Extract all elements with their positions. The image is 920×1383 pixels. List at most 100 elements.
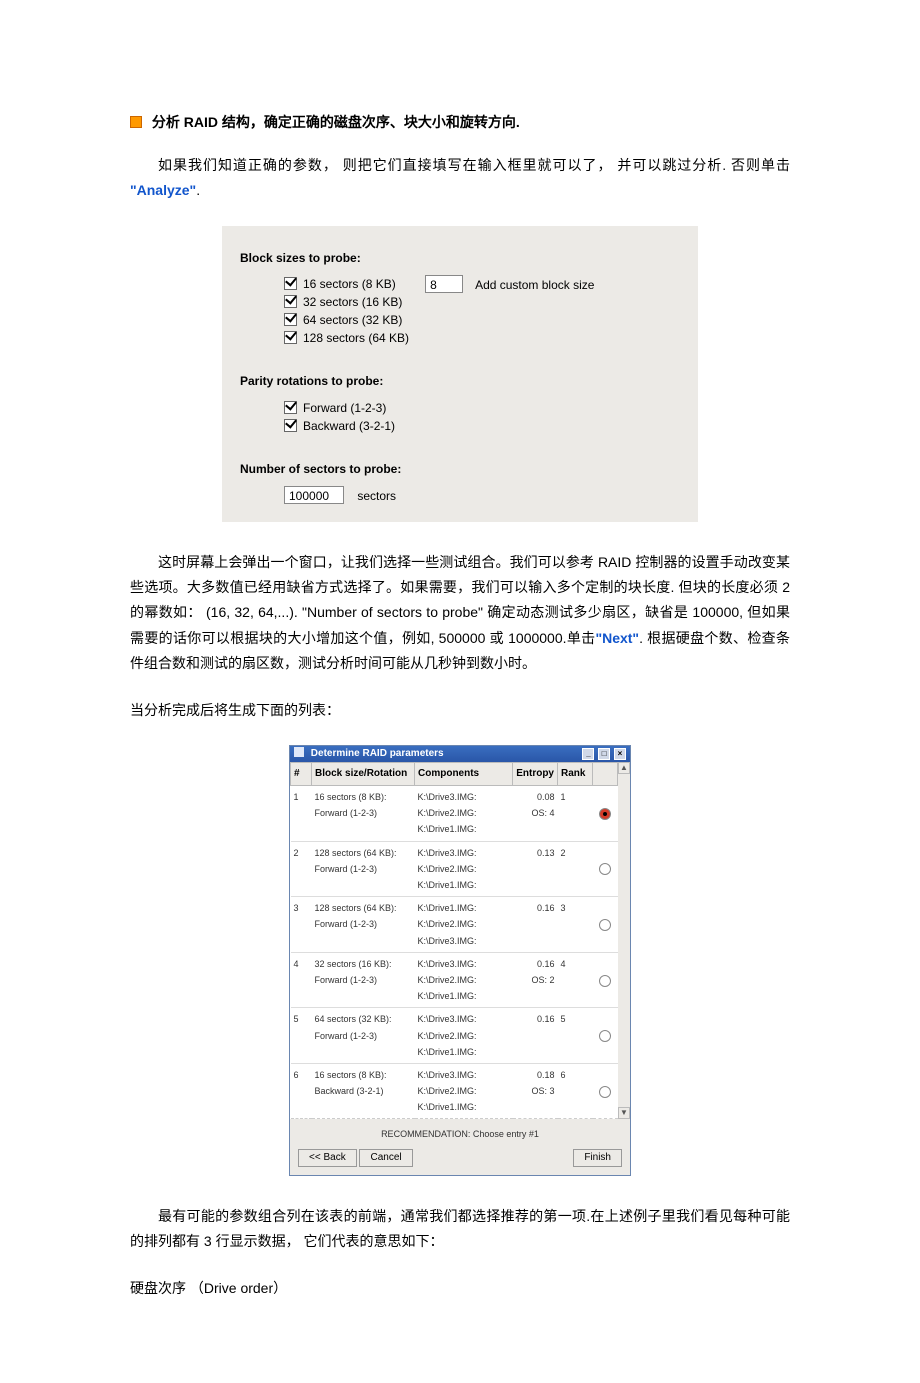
close-icon[interactable]: × — [614, 748, 626, 760]
probe-options-panel: Block sizes to probe: 16 sectors (8 KB) … — [222, 226, 698, 522]
table-row[interactable]: 2128 sectors (64 KB):Forward (1-2-3)K:\D… — [291, 841, 618, 897]
row-entropy: 0.18OS: 3 — [513, 1063, 558, 1119]
raid-results-window: Determine RAID parameters _ □ × # Block … — [289, 745, 631, 1176]
row-block-rotation: 128 sectors (64 KB):Forward (1-2-3) — [312, 841, 415, 897]
table-row[interactable]: 3128 sectors (64 KB):Forward (1-2-3)K:\D… — [291, 897, 618, 953]
row-block-rotation: 16 sectors (8 KB):Backward (3-2-1) — [312, 1063, 415, 1119]
back-button[interactable]: << Back — [298, 1149, 357, 1167]
parity-rotation-option[interactable]: Forward (1-2-3) — [284, 399, 680, 417]
row-rank: 5 — [558, 1008, 593, 1064]
block-size-option[interactable]: 16 sectors (8 KB) — [284, 275, 409, 293]
results-table: # Block size/Rotation Components Entropy… — [290, 762, 618, 1119]
row-select-cell[interactable] — [593, 1063, 618, 1119]
number-sectors-title: Number of sectors to probe: — [240, 459, 680, 481]
block-size-options: 16 sectors (8 KB) 32 sectors (16 KB) 64 … — [284, 275, 409, 347]
row-block-rotation: 64 sectors (32 KB):Forward (1-2-3) — [312, 1008, 415, 1064]
paragraph-probe-explain: 这时屏幕上会弹出一个窗口，让我们选择一些测试组合。我们可以参考 RAID 控制器… — [130, 550, 790, 676]
checkbox-icon[interactable] — [284, 401, 297, 414]
row-number: 2 — [291, 841, 312, 897]
sectors-suffix: sectors — [357, 489, 396, 503]
checkbox-icon[interactable] — [284, 295, 297, 308]
scroll-down-icon[interactable]: ▼ — [618, 1107, 630, 1119]
row-components: K:\Drive3.IMG:K:\Drive2.IMG:K:\Drive1.IM… — [415, 786, 513, 842]
section-heading: 分析 RAID 结构，确定正确的磁盘次序、块大小和旋转方向. — [130, 110, 790, 135]
row-select-cell[interactable] — [593, 897, 618, 953]
minimize-icon[interactable]: _ — [582, 748, 594, 760]
row-number: 6 — [291, 1063, 312, 1119]
row-entropy: 0.13 — [513, 841, 558, 897]
row-block-rotation: 32 sectors (16 KB):Forward (1-2-3) — [312, 952, 415, 1008]
row-rank: 2 — [558, 841, 593, 897]
row-select-radio[interactable] — [599, 863, 611, 875]
row-select-cell[interactable] — [593, 841, 618, 897]
row-rank: 6 — [558, 1063, 593, 1119]
row-select-radio[interactable] — [599, 1086, 611, 1098]
recommendation-text: RECOMMENDATION: Choose entry #1 — [298, 1123, 622, 1148]
row-select-radio[interactable] — [599, 975, 611, 987]
row-entropy: 0.16 — [513, 897, 558, 953]
col-number[interactable]: # — [291, 763, 312, 786]
row-components: K:\Drive3.IMG:K:\Drive2.IMG:K:\Drive1.IM… — [415, 1063, 513, 1119]
col-components[interactable]: Components — [415, 763, 513, 786]
row-entropy: 0.16 — [513, 1008, 558, 1064]
col-block[interactable]: Block size/Rotation — [312, 763, 415, 786]
row-number: 3 — [291, 897, 312, 953]
block-sizes-title: Block sizes to probe: — [240, 248, 680, 270]
row-rank: 1 — [558, 786, 593, 842]
window-titlebar: Determine RAID parameters _ □ × — [290, 746, 630, 762]
row-block-rotation: 16 sectors (8 KB):Forward (1-2-3) — [312, 786, 415, 842]
row-components: K:\Drive1.IMG:K:\Drive2.IMG:K:\Drive3.IM… — [415, 897, 513, 953]
paragraph-list-intro: 当分析完成后将生成下面的列表： — [130, 698, 790, 723]
block-size-option[interactable]: 64 sectors (32 KB) — [284, 311, 409, 329]
block-size-option[interactable]: 128 sectors (64 KB) — [284, 329, 409, 347]
row-entropy: 0.16OS: 2 — [513, 952, 558, 1008]
row-select-radio[interactable] — [599, 808, 611, 820]
row-components: K:\Drive3.IMG:K:\Drive2.IMG:K:\Drive1.IM… — [415, 1008, 513, 1064]
row-components: K:\Drive3.IMG:K:\Drive2.IMG:K:\Drive1.IM… — [415, 841, 513, 897]
parity-rotation-option[interactable]: Backward (3-2-1) — [284, 417, 680, 435]
row-select-radio[interactable] — [599, 919, 611, 931]
row-select-radio[interactable] — [599, 1030, 611, 1042]
cancel-button[interactable]: Cancel — [359, 1149, 412, 1167]
col-entropy[interactable]: Entropy — [513, 763, 558, 786]
checkbox-icon[interactable] — [284, 419, 297, 432]
row-number: 1 — [291, 786, 312, 842]
app-icon — [294, 747, 304, 757]
table-row[interactable]: 564 sectors (32 KB):Forward (1-2-3)K:\Dr… — [291, 1008, 618, 1064]
table-row[interactable]: 432 sectors (16 KB):Forward (1-2-3)K:\Dr… — [291, 952, 618, 1008]
scroll-up-icon[interactable]: ▲ — [618, 762, 630, 774]
row-block-rotation: 128 sectors (64 KB):Forward (1-2-3) — [312, 897, 415, 953]
paragraph-drive-order: 硬盘次序 （Drive order） — [130, 1276, 790, 1301]
row-number: 4 — [291, 952, 312, 1008]
checkbox-icon[interactable] — [284, 313, 297, 326]
block-size-option[interactable]: 32 sectors (16 KB) — [284, 293, 409, 311]
row-rank: 3 — [558, 897, 593, 953]
col-select — [593, 763, 618, 786]
paragraph-results-explain: 最有可能的参数组合列在该表的前端，通常我们都选择推荐的第一项.在上述例子里我们看… — [130, 1204, 790, 1254]
paragraph-analyze-intro: 如果我们知道正确的参数， 则把它们直接填写在输入框里就可以了， 并可以跳过分析.… — [130, 153, 790, 203]
scrollbar[interactable]: ▲ ▼ — [618, 762, 630, 1119]
checkbox-icon[interactable] — [284, 277, 297, 290]
next-link[interactable]: "Next" — [595, 630, 639, 646]
row-number: 5 — [291, 1008, 312, 1064]
checkbox-icon[interactable] — [284, 331, 297, 344]
custom-block-size-label: Add custom block size — [475, 275, 594, 297]
row-select-cell[interactable] — [593, 1008, 618, 1064]
col-rank[interactable]: Rank — [558, 763, 593, 786]
row-entropy: 0.08OS: 4 — [513, 786, 558, 842]
row-components: K:\Drive3.IMG:K:\Drive2.IMG:K:\Drive1.IM… — [415, 952, 513, 1008]
analyze-link[interactable]: "Analyze" — [130, 182, 196, 198]
parity-rotations-title: Parity rotations to probe: — [240, 371, 680, 393]
table-row[interactable]: 116 sectors (8 KB):Forward (1-2-3)K:\Dri… — [291, 786, 618, 842]
finish-button[interactable]: Finish — [573, 1149, 622, 1167]
row-select-cell[interactable] — [593, 786, 618, 842]
table-row[interactable]: 616 sectors (8 KB):Backward (3-2-1)K:\Dr… — [291, 1063, 618, 1119]
heading-text: 分析 RAID 结构，确定正确的磁盘次序、块大小和旋转方向. — [152, 114, 520, 130]
window-title: Determine RAID parameters — [311, 748, 444, 759]
sectors-input[interactable]: 100000 — [284, 486, 344, 504]
maximize-icon[interactable]: □ — [598, 748, 610, 760]
bullet-icon — [130, 116, 142, 128]
row-rank: 4 — [558, 952, 593, 1008]
custom-block-size-input[interactable]: 8 — [425, 275, 463, 293]
row-select-cell[interactable] — [593, 952, 618, 1008]
